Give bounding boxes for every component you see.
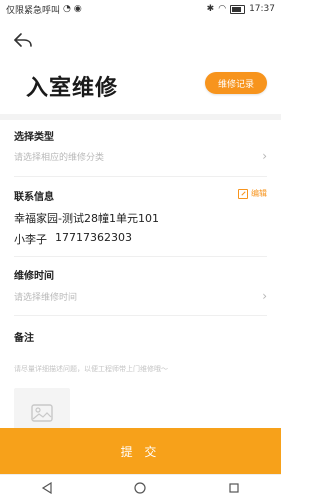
edit-icon: [238, 188, 248, 199]
repair-type-placeholder: 请选择相应的维修分类: [14, 152, 105, 163]
notes-title: 备注: [14, 333, 34, 344]
contact-phone: 17717362303: [55, 231, 132, 244]
nav-home-button[interactable]: [133, 481, 147, 495]
repair-time-placeholder: 请选择维修时间: [14, 292, 78, 303]
bluetooth-icon: ✱: [206, 3, 215, 14]
divider: [14, 315, 267, 316]
chevron-right-icon: ›: [262, 289, 267, 303]
contact-name: 小李子: [14, 233, 47, 246]
image-icon: [31, 404, 53, 422]
triangle-back-icon: [41, 482, 52, 494]
wifi-icon: ◠: [218, 3, 227, 14]
status-carrier-text: 仅限紧急呼叫: [6, 5, 61, 16]
repair-type-title: 选择类型: [14, 132, 54, 143]
status-right: ✱ ◠ 17:37: [207, 4, 275, 14]
edit-contact-button[interactable]: 编辑: [238, 188, 267, 199]
contact-title: 联系信息: [14, 192, 54, 203]
notes-input[interactable]: 请尽量详细描述问题，以便工程师带上门维修哦～: [14, 364, 168, 374]
page-title: 入室维修: [26, 76, 119, 101]
square-recent-icon: [229, 483, 239, 493]
status-time: 17:37: [249, 4, 275, 14]
repair-time-select[interactable]: 请选择维修时间 ›: [14, 286, 267, 306]
chevron-right-icon: ›: [262, 149, 267, 163]
nav-recent-button[interactable]: [227, 481, 241, 495]
section-divider: [0, 114, 281, 120]
divider: [14, 176, 267, 177]
edit-label: 编辑: [251, 189, 267, 198]
repair-record-button[interactable]: 维修记录: [205, 72, 267, 94]
battery-icon: [230, 4, 246, 14]
signal-icon: ◔: [63, 3, 71, 14]
back-button[interactable]: [12, 31, 34, 49]
submit-button[interactable]: 提 交: [0, 428, 281, 474]
contact-address: 幸福家园-测试28幢1单元101: [14, 212, 159, 225]
circle-home-icon: [134, 482, 147, 494]
back-arrow-icon: [14, 33, 32, 47]
repair-type-select[interactable]: 请选择相应的维修分类 ›: [14, 146, 267, 166]
status-left: 仅限紧急呼叫 ◔ ◉: [6, 3, 82, 16]
repair-time-title: 维修时间: [14, 271, 54, 282]
system-nav-bar: [0, 474, 281, 501]
status-bar: 仅限紧急呼叫 ◔ ◉ ✱ ◠ 17:37: [0, 0, 281, 18]
notification-icon: ◉: [73, 3, 82, 14]
contact-line: 小李子 17717362303: [14, 231, 132, 247]
divider: [14, 256, 267, 257]
nav-back-button[interactable]: [40, 481, 54, 495]
